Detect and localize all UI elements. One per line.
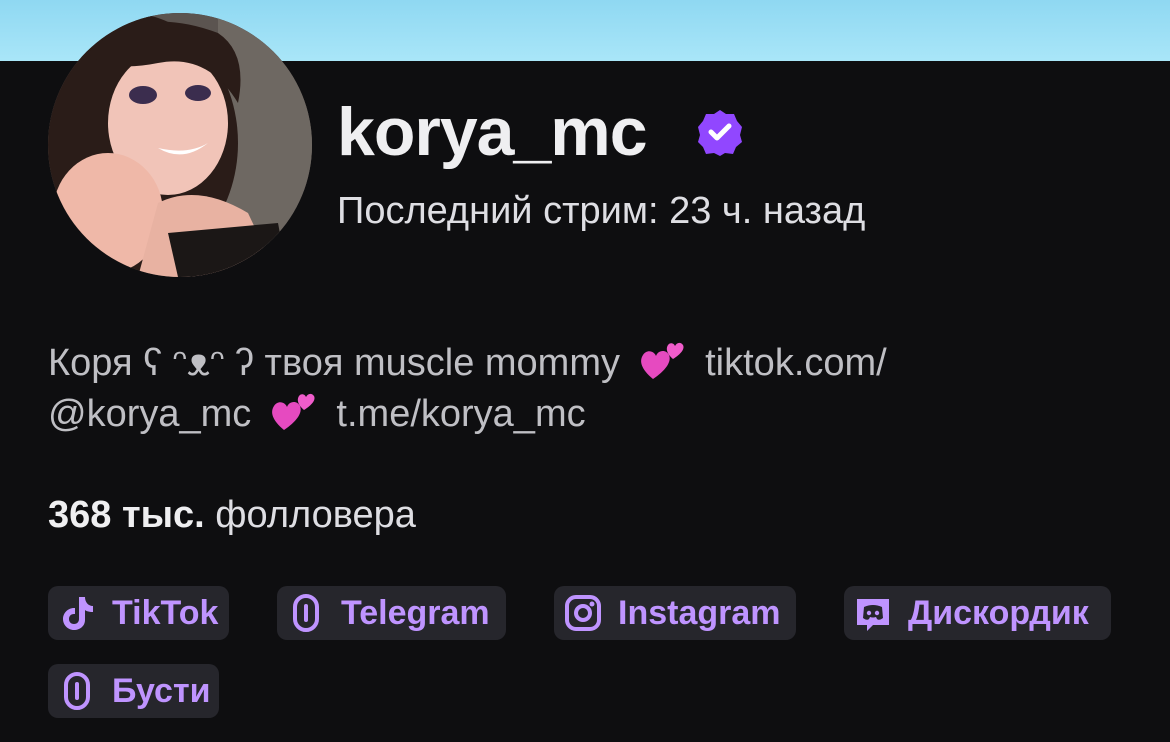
social-link-label: Дискордик [908, 593, 1089, 632]
discord-icon [852, 592, 894, 634]
link-icon [56, 670, 98, 712]
bio-text: Коря ʕ ᵔᴥᵔ ʔ твоя muscle mommy [48, 342, 620, 384]
social-link-tiktok[interactable]: TikTok [48, 586, 229, 640]
social-link-label: TikTok [112, 593, 219, 632]
profile-bio: Коря ʕ ᵔᴥᵔ ʔ твоя muscle mommy tiktok.co… [48, 338, 1128, 440]
two-hearts-icon [271, 393, 315, 430]
bio-link-tiktok[interactable]: tiktok.com/ [705, 342, 887, 384]
avatar-image [48, 13, 312, 277]
link-icon [285, 592, 327, 634]
social-link-telegram[interactable]: Telegram [277, 586, 506, 640]
social-link-instagram[interactable]: Instagram [554, 586, 796, 640]
followers-count: 368 тыс. фолловера [48, 492, 416, 538]
social-link-label: Telegram [341, 593, 490, 632]
instagram-icon [562, 592, 604, 634]
bio-link-telegram[interactable]: t.me/korya_mc [336, 393, 585, 435]
social-link-discord[interactable]: Дискордик [844, 586, 1111, 640]
username: korya_mc [337, 94, 648, 170]
social-link-label: Instagram [618, 593, 781, 632]
followers-label: фолловера [215, 494, 416, 536]
social-link-boosty[interactable]: Бусти [48, 664, 219, 718]
avatar[interactable] [48, 13, 312, 277]
two-hearts-icon [640, 342, 684, 379]
verified-badge-icon [698, 110, 742, 156]
tiktok-icon [56, 592, 98, 634]
social-link-label: Бусти [112, 671, 211, 710]
bio-text: @korya_mc [48, 393, 252, 435]
last-stream-info: Последний стрим: 23 ч. назад [337, 190, 866, 232]
followers-number: 368 тыс. [48, 494, 205, 536]
